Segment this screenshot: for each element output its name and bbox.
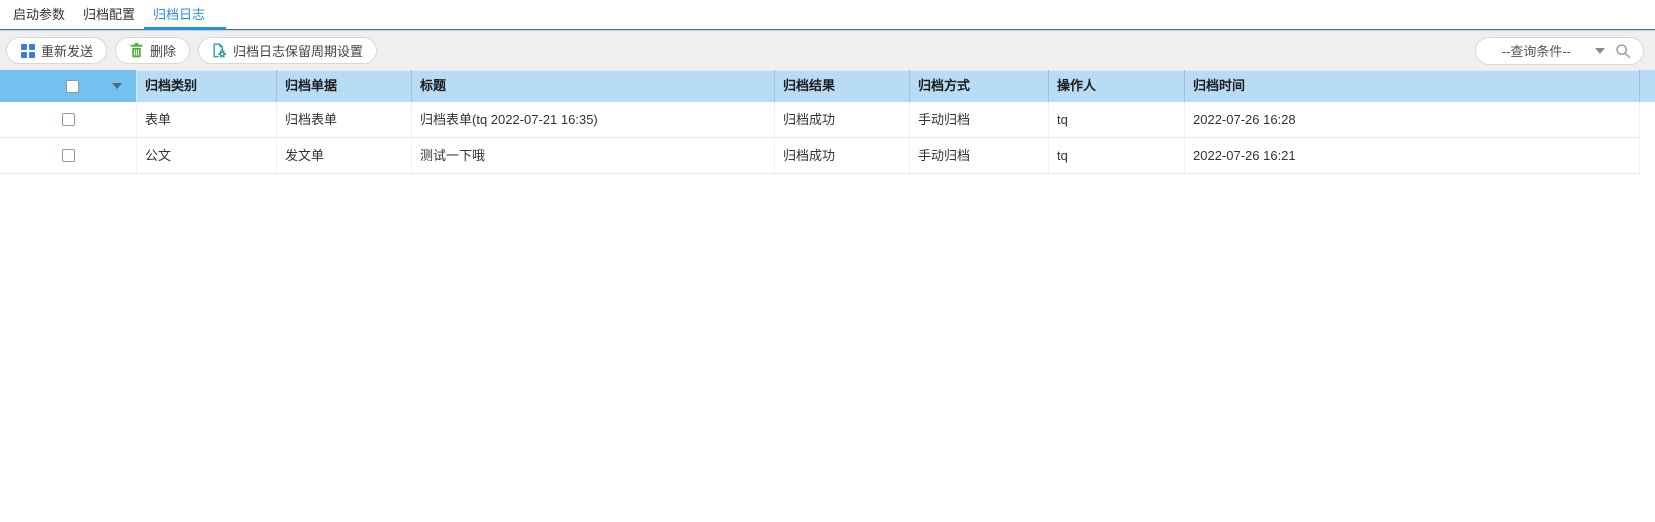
resend-icon: [20, 43, 35, 58]
cell-category: 公文: [137, 138, 277, 173]
column-header-result: 归档结果: [775, 70, 910, 102]
retention-settings-button-label: 归档日志保留周期设置: [233, 44, 364, 59]
cell-operator: tq: [1049, 138, 1185, 173]
archive-log-page: 启动参数 归档配置 归档日志 重新发送 删除 归档日志保留周期设置 --查询条件…: [0, 0, 1655, 522]
delete-button-label: 删除: [150, 44, 177, 59]
cell-method: 手动归档: [910, 102, 1049, 137]
column-header-document: 归档单据: [277, 70, 412, 102]
header-dropdown-icon[interactable]: [112, 83, 122, 89]
cell-method: 手动归档: [910, 138, 1049, 173]
resend-button-label: 重新发送: [41, 44, 94, 59]
table-row[interactable]: 表单 归档表单 归档表单(tq 2022-07-21 16:35) 归档成功 手动归档 t…: [0, 102, 1640, 138]
column-header-operator: 操作人: [1049, 70, 1185, 102]
query-condition-dropdown[interactable]: --查询条件--: [1474, 36, 1644, 65]
table-header: 归档类别 归档单据 标题 归档结果 归档方式 操作人 归档时间: [0, 70, 1655, 102]
toolbar: 重新发送 删除 归档日志保留周期设置 --查询条件--: [0, 30, 1655, 70]
cell-document: 归档表单: [277, 102, 412, 137]
column-header-method: 归档方式: [910, 70, 1049, 102]
cell-operator: tq: [1049, 102, 1185, 137]
table-row[interactable]: 公文 发文单 测试一下哦 归档成功 手动归档 tq 2022-07-26 16:21: [0, 138, 1640, 174]
query-condition-label: --查询条件--: [1501, 44, 1571, 59]
row-checkbox[interactable]: [61, 113, 75, 126]
cell-time: 2022-07-26 16:28: [1185, 102, 1640, 137]
tab-archive-config[interactable]: 归档配置: [74, 0, 144, 29]
row-checkbox[interactable]: [61, 149, 75, 162]
tab-archive-log[interactable]: 归档日志: [144, 0, 227, 30]
column-header-category: 归档类别: [137, 70, 277, 102]
tab-startup-params[interactable]: 启动参数: [4, 0, 74, 29]
cell-title: 归档表单(tq 2022-07-21 16:35): [412, 102, 775, 137]
column-header-time: 归档时间: [1185, 70, 1640, 102]
cell-category: 表单: [137, 102, 277, 137]
chevron-down-icon[interactable]: [1595, 47, 1605, 54]
column-header-title: 标题: [412, 70, 775, 102]
table-body: 表单 归档表单 归档表单(tq 2022-07-21 16:35) 归档成功 手动归档 t…: [0, 102, 1655, 174]
doc-gear-icon: [212, 43, 227, 58]
cell-result: 归档成功: [775, 102, 910, 137]
select-all-checkbox[interactable]: [65, 79, 79, 93]
cell-title: 测试一下哦: [412, 138, 775, 173]
cell-result: 归档成功: [775, 138, 910, 173]
resend-button[interactable]: 重新发送: [6, 37, 108, 64]
row-checkbox-cell: [0, 102, 137, 137]
trash-icon: [129, 43, 144, 58]
select-all-header-cell: [0, 70, 137, 102]
header-scrollbar-gutter: [1640, 70, 1655, 102]
cell-time: 2022-07-26 16:21: [1185, 138, 1640, 173]
delete-button[interactable]: 删除: [115, 37, 191, 64]
tab-bar: 启动参数 归档配置 归档日志: [0, 0, 1655, 30]
cell-document: 发文单: [277, 138, 412, 173]
retention-settings-button[interactable]: 归档日志保留周期设置: [198, 37, 378, 64]
search-icon[interactable]: [1615, 43, 1631, 59]
row-checkbox-cell: [0, 138, 137, 173]
